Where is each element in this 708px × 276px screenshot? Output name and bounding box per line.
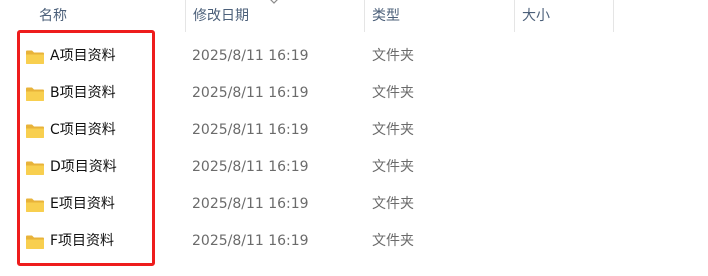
file-name: C项目资料 bbox=[50, 122, 116, 138]
column-divider[interactable] bbox=[613, 0, 614, 32]
file-type: 文件夹 bbox=[372, 233, 414, 249]
column-divider[interactable] bbox=[514, 0, 515, 32]
list-item[interactable]: F项目资料 2025/8/11 16:19 文件夹 bbox=[0, 223, 708, 260]
file-type: 文件夹 bbox=[372, 122, 414, 138]
file-modified-date: 2025/8/11 16:19 bbox=[192, 85, 309, 101]
folder-icon bbox=[26, 50, 44, 64]
column-header-name[interactable]: 名称 bbox=[39, 0, 179, 32]
list-item[interactable]: C项目资料 2025/8/11 16:19 文件夹 bbox=[0, 112, 708, 149]
column-header-row: 名称 修改日期 类型 大小 bbox=[0, 0, 708, 32]
folder-icon bbox=[26, 124, 44, 138]
file-type: 文件夹 bbox=[372, 159, 414, 175]
file-explorer: 名称 修改日期 类型 大小 A项目资料 2025/8/11 16:19 文件夹 bbox=[0, 0, 708, 276]
list-item[interactable]: D项目资料 2025/8/11 16:19 文件夹 bbox=[0, 149, 708, 186]
file-modified-date: 2025/8/11 16:19 bbox=[192, 159, 309, 175]
file-name: D项目资料 bbox=[50, 159, 117, 175]
file-type: 文件夹 bbox=[372, 196, 414, 212]
folder-icon bbox=[26, 87, 44, 101]
column-divider[interactable] bbox=[185, 0, 186, 32]
chevron-down-icon bbox=[270, 0, 278, 4]
file-name: B项目资料 bbox=[50, 85, 116, 101]
file-name: E项目资料 bbox=[50, 196, 115, 212]
column-divider[interactable] bbox=[364, 0, 365, 32]
column-header-type[interactable]: 类型 bbox=[372, 0, 508, 32]
list-item[interactable]: B项目资料 2025/8/11 16:19 文件夹 bbox=[0, 75, 708, 112]
folder-icon bbox=[26, 235, 44, 249]
file-modified-date: 2025/8/11 16:19 bbox=[192, 233, 309, 249]
column-header-size[interactable]: 大小 bbox=[522, 0, 612, 32]
file-modified-date: 2025/8/11 16:19 bbox=[192, 196, 309, 212]
list-item[interactable]: E项目资料 2025/8/11 16:19 文件夹 bbox=[0, 186, 708, 223]
file-modified-date: 2025/8/11 16:19 bbox=[192, 48, 309, 64]
file-type: 文件夹 bbox=[372, 48, 414, 64]
list-item[interactable]: A项目资料 2025/8/11 16:19 文件夹 bbox=[0, 38, 708, 75]
folder-icon bbox=[26, 161, 44, 175]
file-modified-date: 2025/8/11 16:19 bbox=[192, 122, 309, 138]
file-name: F项目资料 bbox=[50, 233, 115, 249]
file-list: A项目资料 2025/8/11 16:19 文件夹 B项目资料 2025/8/1… bbox=[0, 38, 708, 260]
folder-icon bbox=[26, 198, 44, 212]
file-name: A项目资料 bbox=[50, 48, 116, 64]
file-type: 文件夹 bbox=[372, 85, 414, 101]
